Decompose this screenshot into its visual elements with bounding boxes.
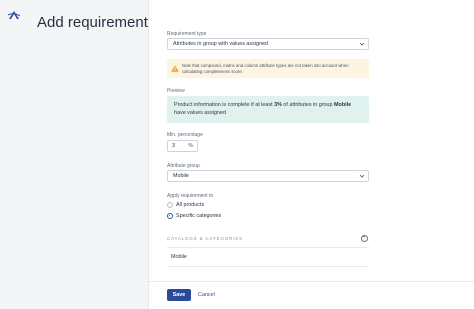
chevron-down-icon — [359, 174, 365, 178]
category-item[interactable]: Mobile — [171, 254, 187, 260]
logo-icon — [8, 11, 20, 19]
min-percentage-value: 3 — [172, 143, 175, 149]
page-title: Add requirement — [37, 14, 148, 31]
preview-text-middle: of attributes in group — [283, 102, 333, 108]
radio-button[interactable] — [167, 202, 173, 208]
add-circle-icon[interactable]: + — [361, 235, 368, 242]
min-percentage-label: Min. percentage — [167, 132, 203, 138]
preview-percentage: 3% — [274, 102, 282, 108]
left-panel: Add requirement — [0, 0, 149, 309]
save-button[interactable]: Save — [167, 289, 191, 301]
requirement-type-label: Requirement type — [167, 31, 207, 37]
catalogs-categories-header: CATALOGS & CATEGORIES + — [167, 235, 369, 245]
apply-to-label: Apply requirement to — [167, 193, 214, 199]
radio-label: Specific categories — [176, 213, 222, 219]
radio-label: All products — [176, 202, 205, 208]
attribute-group-label: Attribute group — [167, 163, 200, 169]
cancel-link[interactable]: Cancel — [198, 289, 215, 301]
warning-icon — [171, 65, 179, 72]
divider — [167, 266, 369, 267]
min-percentage-input[interactable]: 3 % — [167, 140, 198, 152]
chevron-down-icon — [359, 42, 365, 46]
warning-text: Note that compound, matrix and column at… — [182, 63, 349, 74]
requirement-type-select[interactable]: Attributes in group with values assigned — [167, 38, 369, 50]
preview-group: Mobile — [334, 102, 352, 108]
requirement-type-value: Attributes in group with values assigned — [173, 41, 268, 47]
preview-label: Preview — [167, 88, 185, 94]
footer-divider — [149, 281, 474, 282]
preview-text-before: Product information is complete if at le… — [174, 102, 273, 108]
radio-button-checked[interactable] — [167, 213, 173, 219]
warning-notice: Note that compound, matrix and column at… — [167, 59, 369, 78]
section-title: CATALOGS & CATEGORIES — [167, 236, 243, 241]
attribute-group-value: Mobile — [173, 173, 189, 179]
min-percentage-unit: % — [188, 143, 193, 149]
divider — [167, 247, 369, 248]
preview-box: Product information is complete if at le… — [167, 96, 369, 123]
attribute-group-select[interactable]: Mobile — [167, 170, 369, 182]
preview-text-after: have values assigned — [174, 110, 226, 116]
